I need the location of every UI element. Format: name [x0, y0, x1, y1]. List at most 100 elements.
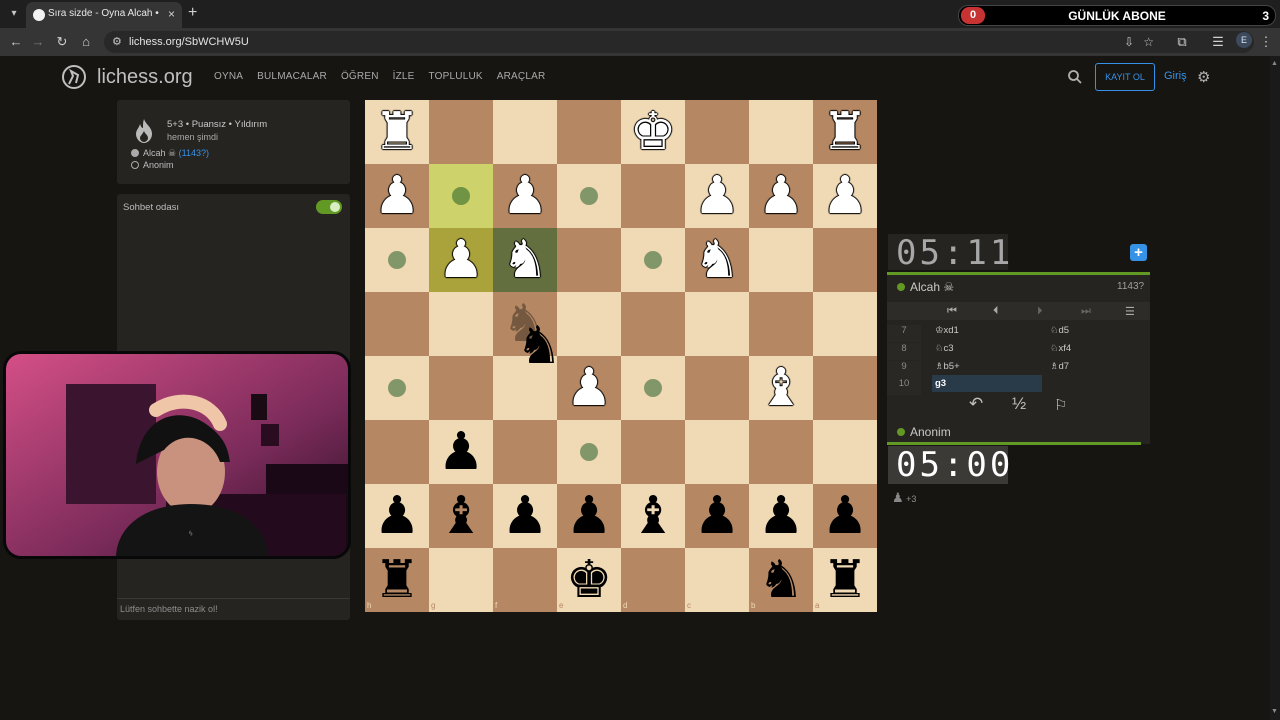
board-square[interactable] — [429, 548, 493, 612]
first-move-icon[interactable]: ⏮ — [947, 305, 957, 318]
move-destination-dot[interactable] — [644, 251, 662, 269]
board-square[interactable] — [813, 292, 877, 356]
black-pawn-piece[interactable]: ♟ — [685, 484, 749, 548]
tab-search-icon[interactable]: ▾ — [6, 6, 22, 22]
nav-play[interactable]: OYNA — [214, 71, 243, 82]
move-destination-dot[interactable] — [388, 251, 406, 269]
board-square[interactable] — [429, 100, 493, 164]
board-square[interactable] — [429, 356, 493, 420]
black-pawn-piece[interactable]: ♟ — [557, 484, 621, 548]
browser-tab[interactable]: Sıra sizde - Oyna Alcah • liches… × — [26, 2, 182, 28]
takeback-icon[interactable]: ↶ — [969, 394, 983, 414]
white-knight-piece[interactable]: ♞ — [493, 228, 557, 292]
board-square[interactable] — [621, 292, 685, 356]
board-square[interactable] — [813, 420, 877, 484]
board-square[interactable] — [621, 420, 685, 484]
home-icon[interactable]: ⌂ — [78, 34, 94, 50]
board-square[interactable] — [621, 164, 685, 228]
black-king-piece[interactable]: ♚ — [557, 548, 621, 612]
address-bar[interactable]: ⚙ lichess.org/SbWCHW5U ⇩ ☆ — [104, 31, 1254, 53]
board-square[interactable] — [493, 100, 557, 164]
white-king-piece[interactable]: ♚ — [621, 100, 685, 164]
black-move[interactable]: ♘d5 — [1050, 325, 1069, 336]
board-square[interactable] — [813, 356, 877, 420]
board-square[interactable] — [749, 100, 813, 164]
board-square[interactable] — [557, 228, 621, 292]
scroll-down-icon[interactable]: ▼ — [1271, 708, 1278, 715]
forward-icon[interactable]: → — [30, 34, 46, 50]
black-pawn-piece[interactable]: ♟ — [429, 420, 493, 484]
nav-learn[interactable]: ÖĞREN — [341, 71, 379, 82]
board-square[interactable] — [749, 292, 813, 356]
site-logo-text[interactable]: lichess.org — [97, 66, 193, 89]
scroll-up-icon[interactable]: ▲ — [1271, 60, 1278, 67]
signin-link[interactable]: Giriş — [1164, 70, 1187, 82]
nav-watch[interactable]: İZLE — [393, 71, 415, 82]
nav-tools[interactable]: ARAÇLAR — [497, 71, 546, 82]
offer-draw-button[interactable]: ½ — [1012, 394, 1026, 414]
black-knight-dragging[interactable]: ♞ — [507, 314, 571, 378]
new-tab-icon[interactable]: + — [188, 4, 197, 22]
white-pawn-piece[interactable]: ♟ — [813, 164, 877, 228]
board-square[interactable] — [365, 292, 429, 356]
board-square[interactable] — [685, 420, 749, 484]
reload-icon[interactable]: ↻ — [54, 34, 70, 50]
board-square[interactable] — [685, 292, 749, 356]
chat-input[interactable]: Lütfen sohbette nazik ol! — [117, 598, 350, 620]
profile-avatar[interactable]: E — [1236, 32, 1252, 48]
board-square[interactable] — [685, 356, 749, 420]
white-rook-piece[interactable]: ♜ — [813, 100, 877, 164]
chess-board[interactable]: ♜ ♚ ♜ ♟ ♟ ♟ ♟ ♟ ♟ ♞ ♞ ♞ ♟ ♝ ♟ ♟ ♝ ♟ ♟ ♝ ♟ ♟ ♟ ♜ ♚ ♞ ♜ ♞ 1 2 3 4 5 6 7 8 h g f e… — [365, 100, 877, 612]
board-square[interactable] — [621, 548, 685, 612]
board-square[interactable] — [557, 100, 621, 164]
white-move-current[interactable]: g3 — [935, 378, 946, 389]
move-destination-dot[interactable] — [388, 379, 406, 397]
black-rook-piece[interactable]: ♜ — [365, 548, 429, 612]
white-move[interactable]: ♔xd1 — [935, 325, 959, 336]
board-square[interactable] — [749, 228, 813, 292]
chat-toggle[interactable] — [316, 200, 342, 214]
move-destination-dot[interactable] — [452, 187, 470, 205]
bottom-player[interactable]: Anonim — [897, 425, 951, 439]
site-info-icon[interactable]: ⚙ — [112, 35, 122, 48]
extensions-icon[interactable]: ⧉ — [1174, 34, 1190, 50]
back-icon[interactable]: ← — [8, 34, 24, 50]
reading-list-icon[interactable]: ☰ — [1210, 34, 1226, 50]
lichess-logo-icon[interactable] — [60, 63, 88, 91]
white-pawn-piece[interactable]: ♟ — [685, 164, 749, 228]
white-move[interactable]: ♘c3 — [935, 343, 954, 354]
last-move-icon[interactable]: ⏭ — [1081, 305, 1091, 318]
page-scrollbar[interactable] — [1270, 56, 1280, 720]
search-icon[interactable] — [1067, 69, 1083, 85]
board-square[interactable] — [493, 548, 557, 612]
board-square[interactable] — [429, 292, 493, 356]
next-move-icon[interactable]: ⏵ — [1037, 305, 1043, 318]
close-icon[interactable]: × — [168, 7, 175, 21]
white-knight-piece[interactable]: ♞ — [685, 228, 749, 292]
black-move[interactable]: ♗d7 — [1050, 361, 1069, 372]
nav-puzzles[interactable]: BULMACALAR — [257, 71, 327, 82]
board-square[interactable] — [685, 548, 749, 612]
black-move[interactable]: ♘xf4 — [1050, 343, 1071, 354]
resign-flag-icon[interactable]: ⚐ — [1054, 396, 1067, 414]
white-pawn-piece[interactable]: ♟ — [429, 228, 493, 292]
black-bishop-piece[interactable]: ♝ — [621, 484, 685, 548]
board-square[interactable] — [813, 228, 877, 292]
bookmark-star-icon[interactable]: ☆ — [1143, 35, 1154, 49]
move-destination-dot[interactable] — [580, 443, 598, 461]
board-square[interactable] — [365, 420, 429, 484]
white-pawn-piece[interactable]: ♟ — [749, 164, 813, 228]
black-rook-piece[interactable]: ♜ — [813, 548, 877, 612]
white-bishop-piece[interactable]: ♝ — [749, 356, 813, 420]
black-pawn-piece[interactable]: ♟ — [493, 484, 557, 548]
board-square[interactable] — [493, 420, 557, 484]
black-knight-piece[interactable]: ♞ — [749, 548, 813, 612]
previous-move-icon[interactable]: ⏴ — [993, 305, 999, 318]
black-pawn-piece[interactable]: ♟ — [813, 484, 877, 548]
player-white-entry[interactable]: Alcah ☠ (1143?) — [131, 148, 209, 159]
install-app-icon[interactable]: ⇩ — [1124, 35, 1134, 49]
board-square[interactable] — [749, 420, 813, 484]
browser-menu-icon[interactable]: ⋮ — [1258, 34, 1274, 50]
signup-button[interactable]: KAYIT OL — [1095, 63, 1155, 91]
move-destination-dot[interactable] — [644, 379, 662, 397]
